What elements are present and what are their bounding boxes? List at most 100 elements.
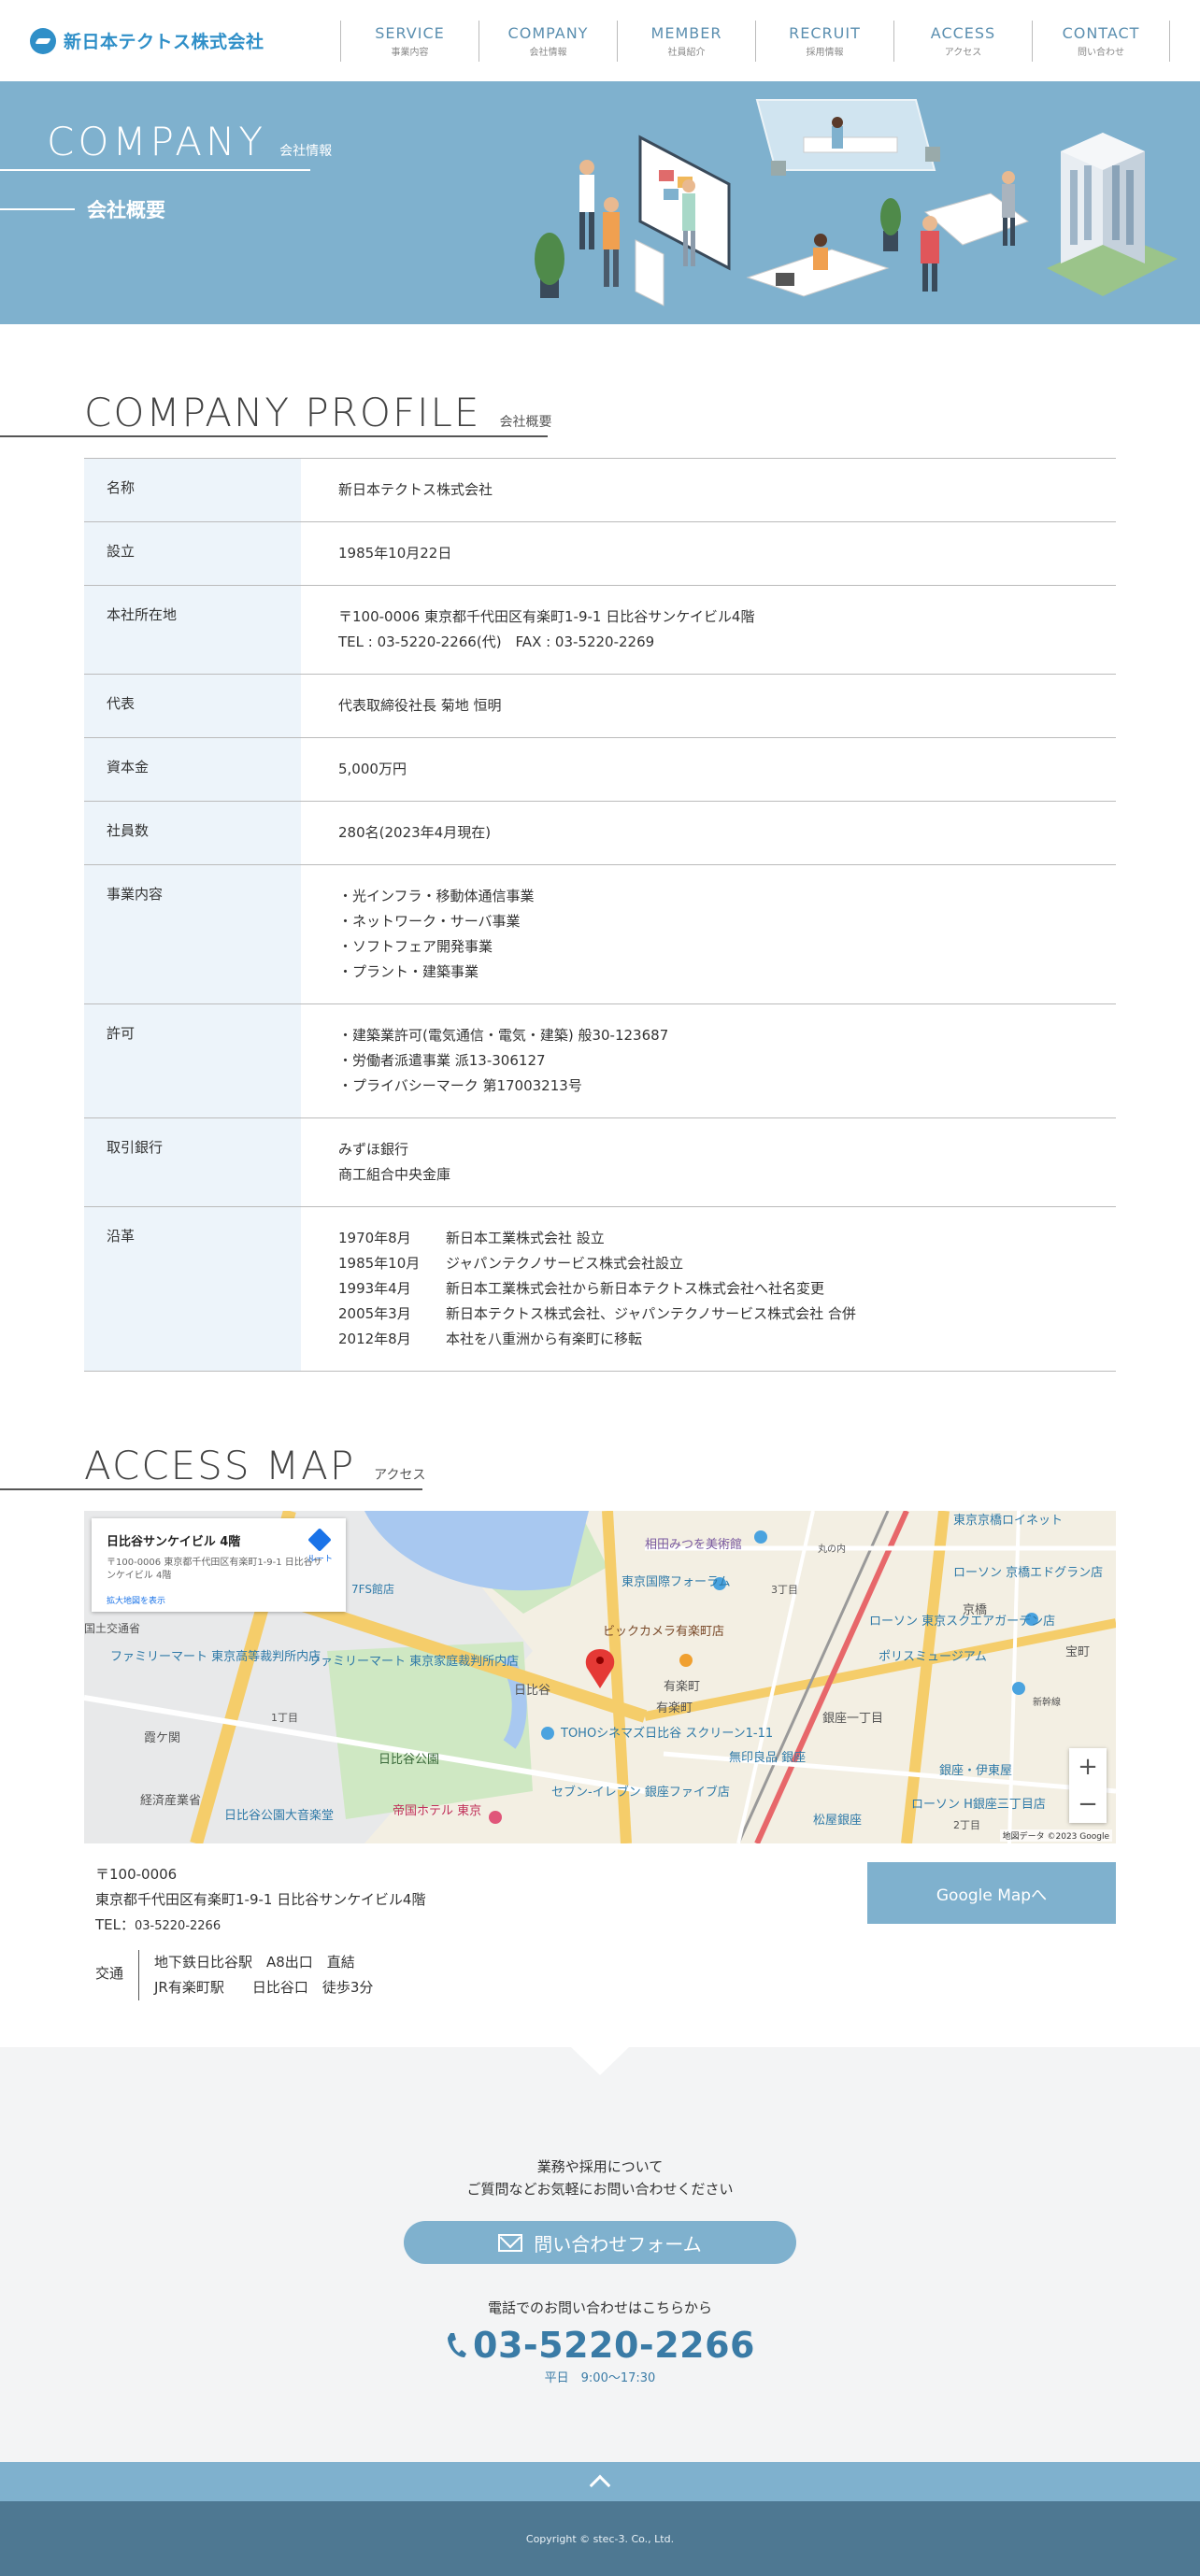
map-label-chome2: 2丁目 bbox=[953, 1819, 980, 1831]
map-label-ginza-itoya: 銀座・伊東屋 bbox=[939, 1763, 1012, 1778]
table-row: 取引銀行 みずほ銀行 商工組合中央金庫 bbox=[84, 1118, 1116, 1207]
address-block: 〒100-0006 東京都千代田区有楽町1-9-1 日比谷サンケイビル4階 TE… bbox=[84, 1862, 425, 2000]
table-row: 設立 1985年10月22日 bbox=[84, 522, 1116, 586]
nav-label-jp: 問い合わせ bbox=[1078, 47, 1124, 58]
google-map[interactable]: 相田みつを美術館 東京国際フォーラム ビックカメラ有楽町店 有楽町 有楽町 日比… bbox=[84, 1511, 1116, 1843]
history-item: 1970年8月 新日本工業株式会社 設立 bbox=[338, 1226, 1116, 1251]
row-label: 設立 bbox=[84, 522, 301, 585]
map-label-aizumitsuo: 相田みつを美術館 bbox=[645, 1538, 742, 1552]
transit-label: 交通 bbox=[95, 1965, 124, 1982]
history-item: 2005年3月 新日本テクトス株式会社、ジャパンテクノサービス株式会社 合併 bbox=[338, 1302, 1116, 1327]
transit-info: 交通 地下鉄日比谷駅 A8出口 直結 JR有楽町駅 日比谷口 徒歩3分 bbox=[84, 1950, 425, 2000]
hero-divider-short bbox=[0, 208, 75, 210]
table-row: 資本金 5,000万円 bbox=[84, 738, 1116, 802]
hero-title-en: COMPANY bbox=[47, 119, 267, 164]
profile-heading: COMPANY PROFILE 会社概要 bbox=[84, 390, 1200, 435]
map-directions-button[interactable]: ルート bbox=[307, 1528, 333, 1564]
nav-label-en: MEMBER bbox=[650, 23, 722, 42]
site-logo[interactable]: 新日本テクトス株式会社 bbox=[30, 27, 264, 54]
table-row: 本社所在地 〒100-0006 東京都千代田区有楽町1-9-1 日比谷サンケイビ… bbox=[84, 586, 1116, 675]
history-text: ジャパンテクノサービス株式会社設立 bbox=[446, 1255, 684, 1272]
directions-label: ルート bbox=[307, 1555, 333, 1564]
google-map-button[interactable]: Google Mapへ bbox=[867, 1862, 1116, 1924]
map-label-hibiya-park: 日比谷公園 bbox=[379, 1753, 439, 1767]
map-label-tfs: 7FS館店 bbox=[351, 1582, 394, 1596]
contact-form-button[interactable]: 問い合わせフォーム bbox=[404, 2221, 796, 2264]
table-row: 事業内容 ・光インフラ・移動体通信事業 ・ネットワーク・サーバ事業 ・ソフトフェ… bbox=[84, 865, 1116, 1004]
zoom-out-button[interactable]: − bbox=[1078, 1790, 1098, 1818]
map-label-hotel: 東京京橋ロイネット bbox=[953, 1513, 1063, 1528]
map-label-lawson3: ローソン H銀座三丁目店 bbox=[911, 1798, 1046, 1812]
row-value: 代表取締役社長 菊地 恒明 bbox=[301, 675, 1116, 737]
phone-number: 03-5220-2266 bbox=[473, 2325, 755, 2366]
nav-label-en: RECRUIT bbox=[789, 23, 861, 42]
hero-title: COMPANY 会社情報 bbox=[47, 119, 332, 164]
nav-service[interactable]: SERVICE 事業内容 bbox=[340, 20, 479, 62]
map-label-kokudo: 国土交通省 bbox=[84, 1621, 140, 1635]
directions-icon bbox=[307, 1528, 333, 1552]
nav-contact[interactable]: CONTACT 問い合わせ bbox=[1032, 20, 1170, 62]
row-value-line: ・建築業許可(電気通信・電気・建築) 般30-123687 bbox=[338, 1027, 669, 1044]
access-heading: ACCESS MAP アクセス bbox=[84, 1443, 1200, 1488]
row-value-line: 商工組合中央金庫 bbox=[338, 1166, 451, 1183]
tel-label: TEL： bbox=[95, 1916, 135, 1933]
map-label-chome1: 1丁目 bbox=[271, 1712, 298, 1724]
map-label-lawson1: ローソン 京橋エドグラン店 bbox=[953, 1566, 1103, 1580]
nav-label-jp: 事業内容 bbox=[391, 47, 429, 58]
history-text: 新日本工業株式会社 設立 bbox=[446, 1230, 605, 1246]
map-label-park-hall: 日比谷公園大音楽堂 bbox=[224, 1808, 334, 1823]
history-text: 本社を八重洲から有楽町に移転 bbox=[446, 1331, 643, 1347]
history-item: 1985年10月 ジャパンテクノサービス株式会社設立 bbox=[338, 1251, 1116, 1276]
map-label-famima1: ファミリーマート 東京高等裁判所内店 bbox=[110, 1649, 321, 1664]
row-value: 新日本テクトス株式会社 bbox=[301, 459, 1116, 521]
nav-access[interactable]: ACCESS アクセス bbox=[893, 20, 1032, 62]
history-item: 2012年8月 本社を八重洲から有楽町に移転 bbox=[338, 1327, 1116, 1352]
phone-link[interactable]: 03-5220-2266 bbox=[0, 2325, 1200, 2366]
row-value: みずほ銀行 商工組合中央金庫 bbox=[301, 1118, 1116, 1206]
row-label: 沿革 bbox=[84, 1207, 301, 1371]
nav-label-jp: 会社情報 bbox=[529, 47, 567, 58]
access-map-section: ACCESS MAP アクセス 相田みつを美術館 東京国際フォーラム ビックカメ… bbox=[0, 1372, 1200, 2000]
page-top-button[interactable] bbox=[0, 2462, 1200, 2501]
row-value: ・建築業許可(電気通信・電気・建築) 般30-123687 ・労働者派遣事業 派… bbox=[301, 1004, 1116, 1117]
nav-label-jp: 採用情報 bbox=[806, 47, 844, 58]
access-info: 〒100-0006 東京都千代田区有楽町1-9-1 日比谷サンケイビル4階 TE… bbox=[84, 1862, 1116, 2000]
profile-table: 名称 新日本テクトス株式会社 設立 1985年10月22日 本社所在地 〒100… bbox=[84, 458, 1116, 1372]
map-label-chome3: 3丁目 bbox=[771, 1584, 798, 1596]
table-row-history: 沿革 1970年8月 新日本工業株式会社 設立 1985年10月 ジャパンテクノサー… bbox=[84, 1207, 1116, 1372]
address-line: 東京都千代田区有楽町1-9-1 日比谷サンケイビル4階 bbox=[95, 1891, 426, 1908]
row-value-line: 1985年10月22日 bbox=[338, 545, 452, 562]
history-item: 1993年4月 新日本工業株式会社から新日本テクトス株式会社へ社名変更 bbox=[338, 1276, 1116, 1302]
row-value-line: みずほ銀行 bbox=[338, 1141, 409, 1158]
business-hours: 平日 9:00〜17:30 bbox=[544, 2371, 656, 2385]
table-row: 社員数 280名(2023年4月現在) bbox=[84, 802, 1116, 865]
profile-heading-en: COMPANY PROFILE bbox=[84, 390, 481, 435]
section-notch bbox=[571, 2047, 629, 2075]
nav-label-en: ACCESS bbox=[930, 23, 996, 42]
access-heading-underline bbox=[0, 1488, 422, 1490]
row-value-line: TEL : 03-5220-2266(代) FAX : 03-5220-2269 bbox=[338, 633, 655, 650]
nav-member[interactable]: MEMBER 社員紹介 bbox=[617, 20, 755, 62]
map-label-toho: TOHOシネマズ日比谷 スクリーン1-11 bbox=[560, 1726, 773, 1741]
history-date: 1970年8月 bbox=[338, 1230, 411, 1246]
map-label-imperial: 帝国ホテル 東京 bbox=[393, 1803, 481, 1818]
zoom-in-button[interactable]: + bbox=[1078, 1753, 1098, 1781]
row-value-line: 〒100-0006 東京都千代田区有楽町1-9-1 日比谷サンケイビル4階 bbox=[338, 608, 755, 625]
nav-company[interactable]: COMPANY 会社情報 bbox=[479, 20, 617, 62]
row-value-line: ・プライバシーマーク 第17003213号 bbox=[338, 1077, 582, 1094]
map-label-ginza-itchome: 銀座一丁目 bbox=[822, 1712, 883, 1726]
map-label-yurakucho-st: 有楽町 bbox=[656, 1701, 693, 1715]
map-enlarge-link[interactable]: 拡大地図を表示 bbox=[107, 1594, 331, 1606]
nav-recruit[interactable]: RECRUIT 採用情報 bbox=[755, 20, 893, 62]
map-label-shinkansen: 新幹線 bbox=[1033, 1696, 1061, 1708]
row-label: 本社所在地 bbox=[84, 586, 301, 674]
history-list: 1970年8月 新日本工業株式会社 設立 1985年10月 ジャパンテクノサービス株… bbox=[301, 1207, 1116, 1371]
map-copyright: 地図データ ©2023 Google bbox=[999, 1829, 1112, 1842]
map-card-title: 日比谷サンケイビル 4階 bbox=[107, 1535, 241, 1549]
map-label-seven: セブン-イレブン 銀座ファイブ店 bbox=[551, 1785, 730, 1800]
phone-note: 電話でのお問い合わせはこちらから bbox=[487, 2299, 712, 2316]
nav-label-jp: 社員紹介 bbox=[667, 47, 706, 58]
company-profile-section: COMPANY PROFILE 会社概要 名称 新日本テクトス株式会社 設立 1… bbox=[0, 324, 1200, 1372]
contact-message-line: 業務や採用について bbox=[536, 2158, 664, 2175]
row-label: 事業内容 bbox=[84, 865, 301, 1003]
